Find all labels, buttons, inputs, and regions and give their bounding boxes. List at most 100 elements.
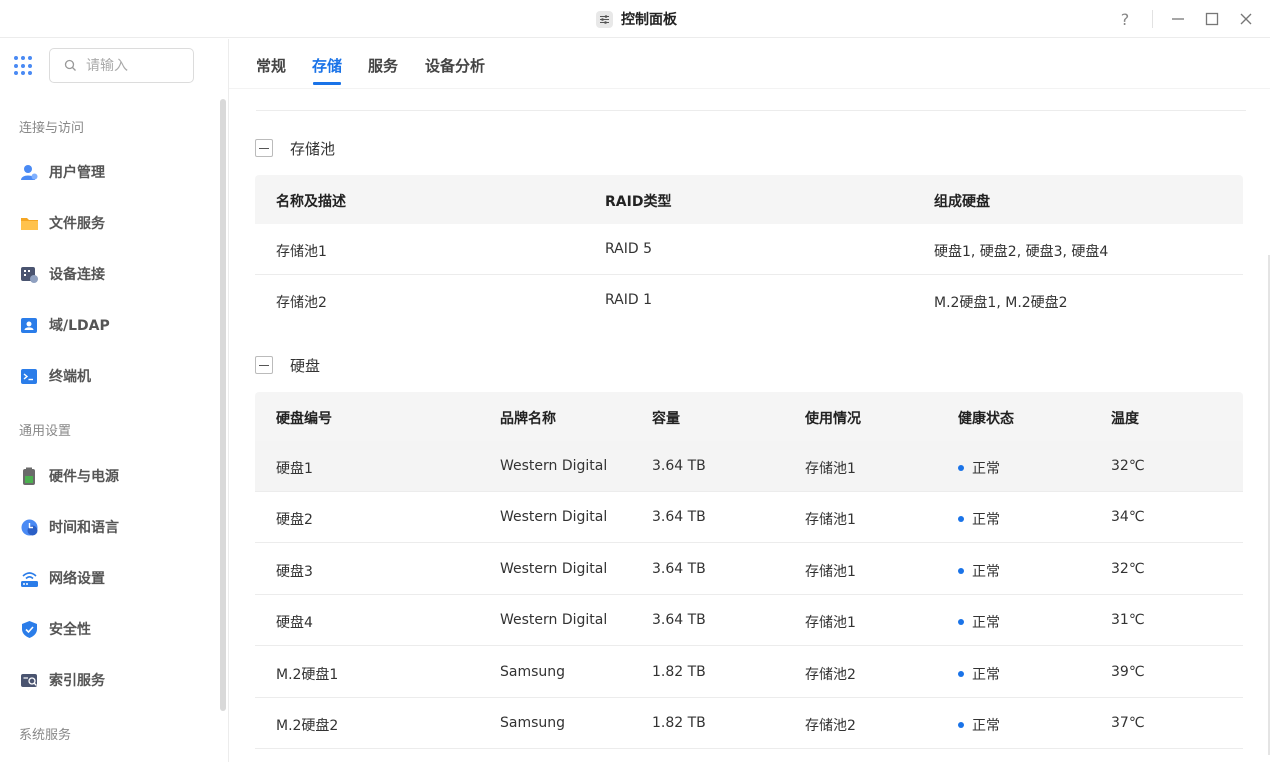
disk-usage: 存储池1: [805, 615, 856, 631]
help-button[interactable]: ?: [1113, 7, 1137, 31]
sidebar-item-label: 文件服务: [49, 216, 105, 232]
tab-general[interactable]: 常规: [256, 55, 286, 76]
table-row[interactable]: M.2硬盘2 Samsung 1.82 TB 存储池2 正常 37℃: [255, 698, 1243, 749]
disk-temperature: 32℃: [1111, 561, 1145, 577]
sidebar-item-label: 时间和语言: [49, 520, 119, 536]
sidebar-item-ldap[interactable]: 域/LDAP: [20, 311, 110, 339]
title-bar: 控制面板 ?: [0, 0, 1270, 38]
index-icon: [20, 671, 39, 690]
window-title-text: 控制面板: [621, 12, 677, 28]
ldap-icon: [20, 316, 39, 335]
disk-brand: Western Digital: [500, 612, 608, 628]
battery-icon: [20, 467, 39, 486]
table-row[interactable]: 硬盘1 Western Digital 3.64 TB 存储池1 正常 32℃: [255, 441, 1243, 492]
status-dot-icon: [958, 568, 964, 574]
table-row[interactable]: 硬盘3 Western Digital 3.64 TB 存储池1 正常 32℃: [255, 544, 1243, 595]
pool-name: 存储池1: [276, 244, 327, 260]
sidebar-item-file-service[interactable]: 文件服务: [20, 209, 105, 237]
column-header: 健康状态: [958, 411, 1014, 427]
disk-temperature: 37℃: [1111, 715, 1145, 731]
disk-brand: Western Digital: [500, 509, 608, 525]
column-header: 使用情况: [805, 411, 861, 427]
section-title: 存储池: [290, 139, 336, 158]
column-header: 容量: [652, 411, 680, 427]
tab-divider: [229, 88, 1270, 89]
sidebar-item-label: 用户管理: [49, 165, 105, 181]
shield-icon: [20, 620, 39, 639]
section-label-connect: 连接与访问: [19, 121, 85, 136]
sidebar-item-time-language[interactable]: 时间和语言: [20, 513, 119, 541]
sidebar-scrollbar[interactable]: [220, 99, 226, 711]
disk-health: 正常: [958, 458, 1000, 478]
disk-capacity: 3.64 TB: [652, 561, 706, 577]
sidebar-item-hardware-power[interactable]: 硬件与电源: [20, 462, 119, 490]
sidebar-item-security[interactable]: 安全性: [20, 615, 91, 643]
storage-pool-section-header[interactable]: 存储池: [255, 138, 335, 158]
pool-name: 存储池2: [276, 295, 327, 311]
disk-temperature: 31℃: [1111, 612, 1145, 628]
search-icon: [64, 59, 76, 71]
content-divider: [256, 110, 1246, 111]
status-dot-icon: [958, 465, 964, 471]
table-row[interactable]: M.2硬盘1 Samsung 1.82 TB 存储池2 正常 39℃: [255, 647, 1243, 698]
sidebar-item-users[interactable]: 用户管理: [20, 158, 105, 186]
disk-id: M.2硬盘2: [276, 718, 339, 734]
tab-storage[interactable]: 存储: [312, 55, 342, 76]
raid-type: RAID 5: [605, 241, 653, 257]
window-control-separator: [1152, 10, 1153, 28]
disk-usage: 存储池1: [805, 564, 856, 580]
section-label-system: 系统服务: [19, 728, 72, 743]
sidebar-item-network[interactable]: 网络设置: [20, 564, 105, 592]
minimize-button[interactable]: [1166, 7, 1190, 31]
disk-health: 正常: [958, 509, 1000, 529]
disk-temperature: 32℃: [1111, 458, 1145, 474]
collapse-icon[interactable]: [255, 139, 273, 157]
network-icon: [20, 569, 39, 588]
table-header: 名称及描述 RAID类型 组成硬盘: [255, 175, 1243, 224]
collapse-icon[interactable]: [255, 356, 273, 374]
table-row[interactable]: 硬盘2 Western Digital 3.64 TB 存储池1 正常 34℃: [255, 492, 1243, 543]
disk-id: 硬盘4: [276, 615, 313, 631]
disk-brand: Western Digital: [500, 458, 608, 474]
column-header: 名称及描述: [276, 194, 346, 210]
sidebar-item-device-connect[interactable]: 设备连接: [20, 260, 105, 288]
tab-services[interactable]: 服务: [368, 55, 398, 76]
sidebar-item-index-service[interactable]: 索引服务: [20, 666, 105, 694]
disk-health: 正常: [958, 715, 1000, 735]
column-header: 品牌名称: [500, 411, 556, 427]
folder-icon: [20, 214, 39, 233]
disk-usage: 存储池2: [805, 718, 856, 734]
search-box[interactable]: [49, 48, 194, 83]
table-header: 硬盘编号 品牌名称 容量 使用情况 健康状态 温度: [255, 392, 1243, 441]
disk-capacity: 1.82 TB: [652, 664, 706, 680]
minimize-icon: [1172, 18, 1184, 20]
table-row[interactable]: 存储池2 RAID 1 M.2硬盘1, M.2硬盘2: [255, 275, 1243, 326]
table-row[interactable]: 硬盘4 Western Digital 3.64 TB 存储池1 正常 31℃: [255, 595, 1243, 646]
section-label-general: 通用设置: [19, 424, 72, 439]
status-dot-icon: [958, 516, 964, 522]
member-disks: M.2硬盘1, M.2硬盘2: [934, 295, 1068, 311]
disk-section-header[interactable]: 硬盘: [255, 355, 320, 375]
close-button[interactable]: [1234, 7, 1258, 31]
column-header: 温度: [1111, 411, 1139, 427]
status-dot-icon: [958, 722, 964, 728]
close-icon: [1240, 13, 1252, 25]
sidebar-item-label: 终端机: [49, 369, 91, 385]
tab-device-analysis[interactable]: 设备分析: [425, 55, 485, 76]
apps-grid-icon[interactable]: [14, 56, 34, 76]
sidebar-item-label: 域/LDAP: [49, 318, 110, 334]
clock-icon: [20, 518, 39, 537]
search-input[interactable]: [86, 57, 176, 74]
sidebar-item-terminal[interactable]: 终端机: [20, 362, 91, 390]
user-icon: [20, 163, 39, 182]
maximize-button[interactable]: [1200, 7, 1224, 31]
disk-health: 正常: [958, 664, 1000, 684]
status-dot-icon: [958, 671, 964, 677]
disk-temperature: 34℃: [1111, 509, 1145, 525]
table-row[interactable]: 存储池1 RAID 5 硬盘1, 硬盘2, 硬盘3, 硬盘4: [255, 224, 1243, 275]
sidebar-item-label: 设备连接: [49, 267, 105, 283]
disk-id: M.2硬盘1: [276, 667, 339, 683]
terminal-icon: [20, 367, 39, 386]
section-title: 硬盘: [290, 356, 321, 375]
disk-usage: 存储池2: [805, 667, 856, 683]
